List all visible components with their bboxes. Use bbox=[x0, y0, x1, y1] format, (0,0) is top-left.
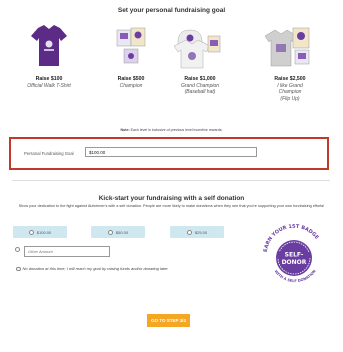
donation-amount-50[interactable]: $50.00 bbox=[91, 226, 145, 238]
fundraising-goal-input[interactable] bbox=[85, 147, 257, 157]
radio-icon bbox=[28, 229, 34, 235]
champion-prize-image bbox=[116, 27, 146, 64]
page-title: Set your personal fundraising goal bbox=[117, 7, 226, 14]
other-amount-input[interactable] bbox=[24, 246, 110, 257]
reward-tier-500: Raise $500 Champion bbox=[117, 76, 145, 89]
other-amount-radio[interactable] bbox=[15, 247, 20, 252]
radio-icon bbox=[107, 229, 113, 235]
grand-champion-prize-image bbox=[173, 29, 221, 69]
flip-up-prize-image bbox=[264, 27, 310, 67]
reward-tier-1000: Raise $1,000 Grand Champion (Baseball ha… bbox=[180, 76, 220, 95]
badge-center-text-2: DONOR bbox=[282, 259, 307, 266]
donation-amount-100[interactable]: $100.00 bbox=[13, 226, 67, 238]
go-to-step-button[interactable]: GO TO STEP 3/4 bbox=[147, 314, 190, 327]
t-shirt-image bbox=[31, 25, 67, 66]
goal-label: Personal Fundraising Goal bbox=[24, 151, 74, 156]
reward-tier-2500: Raise $2,500 I like Grand Champion (Flip… bbox=[274, 76, 306, 102]
radio-icon bbox=[16, 266, 21, 272]
no-donation-option[interactable]: No donation at this time; I will reach m… bbox=[16, 266, 169, 272]
reward-tier-100: Raise $100 Official Walk T-Shirt bbox=[27, 76, 71, 89]
self-donor-badge-icon: SELF- DONOR EARN YOUR 1ST BADGE WITH A S… bbox=[263, 224, 320, 284]
badge-center-text: SELF- bbox=[285, 252, 304, 259]
self-donation-title: Kick-start your fundraising with a self … bbox=[98, 195, 245, 202]
self-donation-description: Show your dedication to the fight agains… bbox=[18, 204, 325, 208]
radio-icon bbox=[186, 229, 192, 235]
donation-amount-25[interactable]: $25.00 bbox=[170, 226, 224, 238]
section-divider bbox=[12, 180, 330, 181]
rewards-note: Note: Each level is inclusive of previou… bbox=[120, 128, 223, 132]
